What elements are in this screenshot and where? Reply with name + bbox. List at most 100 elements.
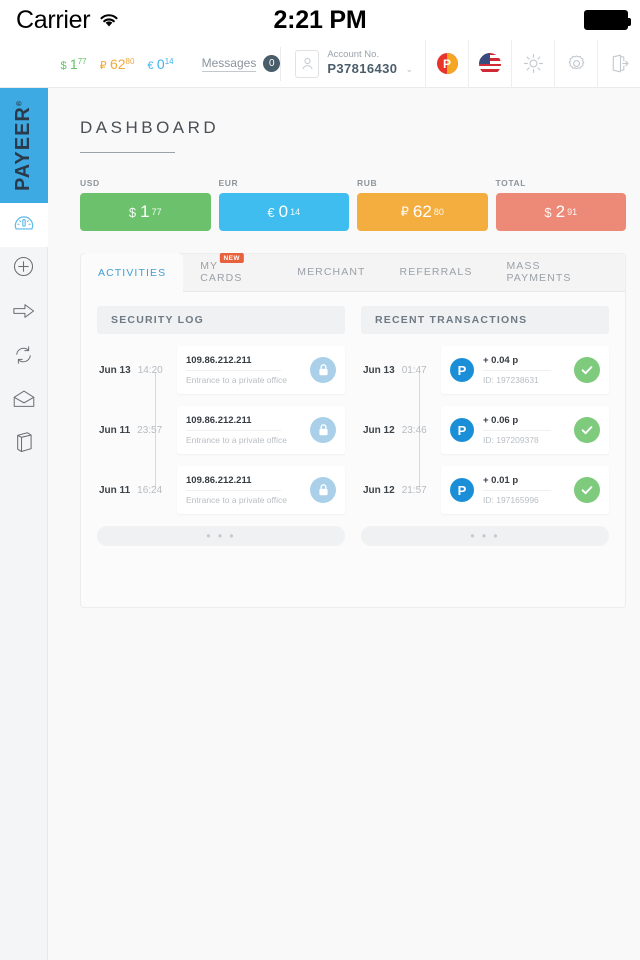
refresh-icon bbox=[12, 344, 35, 371]
security-log-header: SECURITY LOG bbox=[97, 306, 345, 334]
transaction-row-date: Jun 13 01:47 bbox=[361, 365, 441, 376]
toolbar-balance-eur[interactable]: € 014 bbox=[147, 56, 173, 72]
tab-my-cards[interactable]: NEW MY CARDS bbox=[183, 253, 280, 291]
tab-activities-label: ACTIVITIES bbox=[98, 266, 167, 279]
main-content: DASHBOARD USD $177 EUR €014 RUB ₽6280 bbox=[48, 88, 640, 960]
eur-integer: 0 bbox=[156, 55, 165, 72]
currency-card-total[interactable]: $2 91 bbox=[495, 193, 626, 231]
rub-fraction: 80 bbox=[125, 56, 135, 66]
usd-card-fraction: 77 bbox=[151, 207, 162, 217]
transaction-amount: + 0.04 p bbox=[483, 354, 519, 366]
payeer-logo[interactable]: PAYEER® bbox=[0, 88, 48, 203]
transaction-row-main: + 0.01 p ID: 197165996 bbox=[483, 475, 566, 506]
logo-part-1: PAY bbox=[12, 150, 35, 192]
new-badge: NEW bbox=[219, 253, 244, 263]
table-row[interactable]: Jun 12 21:57 P + 0.01 p ID: 197165996 bbox=[361, 466, 609, 514]
currency-card-usd[interactable]: $1 77 bbox=[80, 193, 211, 231]
book-icon bbox=[13, 431, 35, 459]
brightness-icon[interactable] bbox=[511, 39, 554, 88]
table-row[interactable]: Jun 11 16:24 109.86.212.211 Entrance to … bbox=[97, 466, 345, 514]
security-row-main: 109.86.212.211 Entrance to a private off… bbox=[186, 415, 302, 446]
table-row[interactable]: Jun 13 14:20 109.86.212.211 Entrance to … bbox=[97, 346, 345, 394]
lock-icon bbox=[310, 357, 336, 383]
gauge-icon bbox=[13, 212, 35, 239]
eur-card-fraction: 14 bbox=[290, 207, 301, 217]
security-row-main: 109.86.212.211 Entrance to a private off… bbox=[186, 355, 302, 386]
flag-us-icon[interactable] bbox=[468, 39, 511, 88]
panel-columns: SECURITY LOG Jun 13 14:20 109.86.212.211 bbox=[81, 292, 625, 546]
sidebar-item-transfer[interactable] bbox=[0, 291, 48, 335]
total-card-integer: 2 bbox=[555, 202, 566, 221]
payeer-coin-icon[interactable]: P bbox=[425, 39, 468, 88]
logout-icon[interactable] bbox=[597, 39, 640, 88]
sidebar-item-mail[interactable] bbox=[0, 379, 48, 423]
recent-transactions-more-button[interactable]: • • • bbox=[361, 526, 609, 546]
usd-card-symbol: $ bbox=[128, 204, 137, 220]
transaction-row-card[interactable]: P + 0.06 p ID: 197209378 bbox=[441, 406, 609, 454]
toolbar-balance-usd[interactable]: $ 177 bbox=[60, 56, 86, 72]
recent-transactions-rows: Jun 13 01:47 P + 0.04 p ID: 197238631 Ju… bbox=[361, 346, 609, 514]
account-number: P37816430 bbox=[327, 61, 398, 77]
transaction-row-time: 01:47 bbox=[401, 364, 427, 376]
rub-integer: 62 bbox=[109, 55, 126, 72]
transaction-row-time: 21:57 bbox=[401, 484, 427, 496]
sidebar-item-deposit[interactable] bbox=[0, 247, 48, 291]
security-row-card[interactable]: 109.86.212.211 Entrance to a private off… bbox=[177, 346, 345, 394]
table-row[interactable]: Jun 13 01:47 P + 0.04 p ID: 197238631 bbox=[361, 346, 609, 394]
sidebar-item-dashboard[interactable] bbox=[0, 203, 48, 247]
transaction-row-day: Jun 12 bbox=[363, 424, 395, 436]
currency-card-rub[interactable]: ₽62 80 bbox=[357, 193, 488, 231]
page-title: DASHBOARD bbox=[80, 118, 220, 137]
messages-link[interactable]: Messages 0 bbox=[201, 55, 281, 72]
transaction-id: ID: 197238631 bbox=[483, 374, 539, 385]
currency-card-label-total: TOTAL bbox=[495, 178, 527, 188]
security-row-description: Entrance to a private office bbox=[186, 494, 287, 505]
security-row-description: Entrance to a private office bbox=[186, 374, 287, 385]
toolbar-balance-rub[interactable]: ₽ 6280 bbox=[100, 56, 135, 72]
lock-icon bbox=[310, 477, 336, 503]
tab-activities[interactable]: ACTIVITIES bbox=[81, 253, 184, 292]
row-divider bbox=[483, 369, 552, 371]
currency-card-label-rub: RUB bbox=[357, 178, 378, 188]
security-row-card[interactable]: 109.86.212.211 Entrance to a private off… bbox=[177, 466, 345, 514]
table-row[interactable]: Jun 11 23:57 109.86.212.211 Entrance to … bbox=[97, 406, 345, 454]
transaction-id: ID: 197209378 bbox=[483, 434, 539, 445]
tab-mass-payments[interactable]: MASS PAYMENTS bbox=[489, 253, 625, 291]
toolbar-balances: $ 177 ₽ 6280 € 014 bbox=[60, 56, 173, 72]
security-row-card[interactable]: 109.86.212.211 Entrance to a private off… bbox=[177, 406, 345, 454]
row-divider bbox=[483, 489, 552, 491]
sidebar-item-history[interactable] bbox=[0, 423, 48, 467]
security-row-ip: 109.86.212.211 bbox=[186, 474, 252, 486]
total-card-fraction: 91 bbox=[567, 207, 578, 217]
sidebar: PAYEER® bbox=[0, 88, 48, 960]
avatar-icon bbox=[295, 49, 320, 78]
security-log-more-button[interactable]: • • • bbox=[97, 526, 345, 546]
security-row-time: 23:57 bbox=[137, 424, 163, 436]
row-divider bbox=[483, 429, 552, 431]
transaction-row-main: + 0.06 p ID: 197209378 bbox=[483, 415, 566, 446]
tab-referrals[interactable]: REFERRALS bbox=[383, 253, 490, 291]
currency-card-label-eur: EUR bbox=[218, 178, 239, 188]
security-row-day: Jun 11 bbox=[99, 424, 131, 436]
transaction-row-card[interactable]: P + 0.01 p ID: 197165996 bbox=[441, 466, 609, 514]
currency-card-eur[interactable]: €0 14 bbox=[218, 193, 349, 231]
security-row-time: 16:24 bbox=[137, 484, 163, 496]
eur-card-integer: 0 bbox=[278, 202, 289, 221]
eur-fraction: 14 bbox=[164, 56, 174, 66]
envelope-icon bbox=[12, 389, 36, 414]
sidebar-item-exchange[interactable] bbox=[0, 335, 48, 379]
security-row-main: 109.86.212.211 Entrance to a private off… bbox=[186, 475, 302, 506]
tab-merchant[interactable]: MERCHANT bbox=[280, 253, 382, 291]
messages-label: Messages bbox=[201, 55, 257, 72]
transaction-row-card[interactable]: P + 0.04 p ID: 197238631 bbox=[441, 346, 609, 394]
account-selector[interactable]: Account No. P37816430 ⌄ bbox=[281, 49, 425, 78]
transaction-row-main: + 0.04 p ID: 197238631 bbox=[483, 355, 566, 386]
usd-fraction: 77 bbox=[77, 56, 87, 66]
security-row-description: Entrance to a private office bbox=[186, 434, 287, 445]
transaction-row-day: Jun 12 bbox=[363, 484, 395, 496]
gear-icon[interactable] bbox=[554, 39, 597, 88]
account-label: Account No. bbox=[327, 49, 380, 61]
check-icon bbox=[574, 417, 600, 443]
total-card-symbol: $ bbox=[544, 204, 552, 220]
table-row[interactable]: Jun 12 23:46 P + 0.06 p ID: 197209378 bbox=[361, 406, 609, 454]
